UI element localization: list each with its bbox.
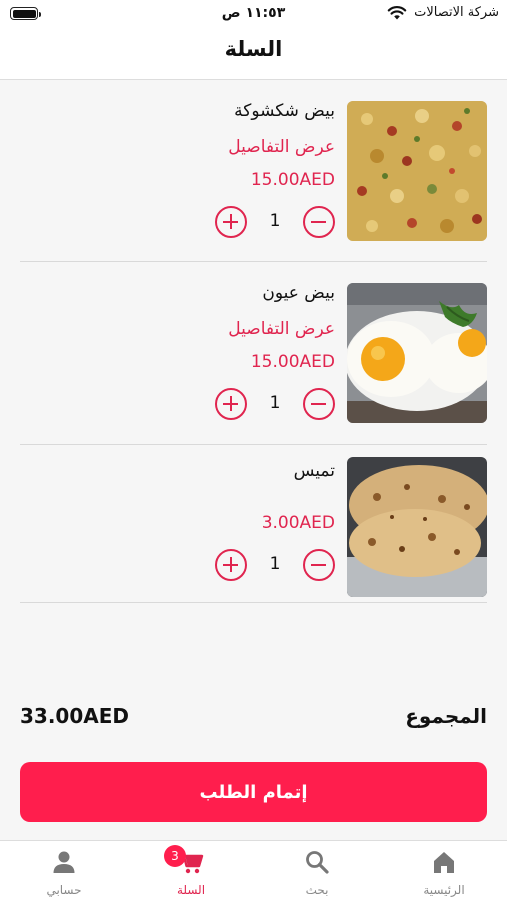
carrier-name: شركة الاتصالات [414,5,499,20]
tab-account[interactable]: حسابي [1,841,127,900]
quantity-stepper: 1 [215,206,335,240]
status-bar: ١١:٥٣ ص شركة الاتصالات [0,0,507,28]
cart-count-badge: 3 [164,845,186,867]
total-row: المجموع 33.00AED [20,704,487,734]
tab-home[interactable]: الرئيسية [381,841,507,900]
nav-header: السلة [0,28,507,80]
decrease-quantity-button[interactable] [303,388,335,420]
view-details-link[interactable]: عرض التفاصيل [228,319,335,339]
tab-bar: الرئيسية بحث 3 السلة حسابي [0,840,507,900]
decrease-quantity-button[interactable] [303,206,335,238]
item-price: 15.00AED [250,170,335,190]
tab-label: حسابي [46,883,82,897]
page-title: السلة [224,37,283,61]
item-name: تميس [293,461,335,481]
item-image-shakshuka [347,101,487,241]
item-price: 15.00AED [250,352,335,372]
home-icon [434,852,454,873]
total-value: 33.00AED [20,704,130,728]
cart-item: تميس 3.00AED 1 [20,445,487,603]
tab-search[interactable]: بحث [254,841,380,900]
decrease-quantity-button[interactable] [303,549,335,581]
person-icon [53,851,75,873]
item-name: بيض عيون [262,283,335,303]
tab-label: الرئيسية [423,883,465,897]
search-icon [306,851,329,874]
cart-item: بيض شكشوكة عرض التفاصيل 15.00AED 1 [20,81,487,262]
cart-item: بيض عيون عرض التفاصيل 15.00AED 1 [20,262,487,445]
view-details-link[interactable]: عرض التفاصيل [228,137,335,157]
total-label: المجموع [405,704,487,728]
quantity-stepper: 1 [215,388,335,422]
checkout-button[interactable]: إتمام الطلب [20,762,487,822]
quantity-stepper: 1 [215,549,335,583]
checkout-label: إتمام الطلب [199,781,308,803]
tab-label: السلة [176,883,206,897]
item-image-tamees [347,457,487,597]
item-price: 3.00AED [261,513,335,533]
item-name: بيض شكشوكة [234,101,335,121]
wifi-icon [387,6,407,20]
cart-list: بيض شكشوكة عرض التفاصيل 15.00AED 1 بيض ع… [20,81,487,603]
tab-label: بحث [305,883,329,897]
tab-cart[interactable]: 3 السلة [128,841,254,900]
item-image-fried-eggs [347,283,487,423]
